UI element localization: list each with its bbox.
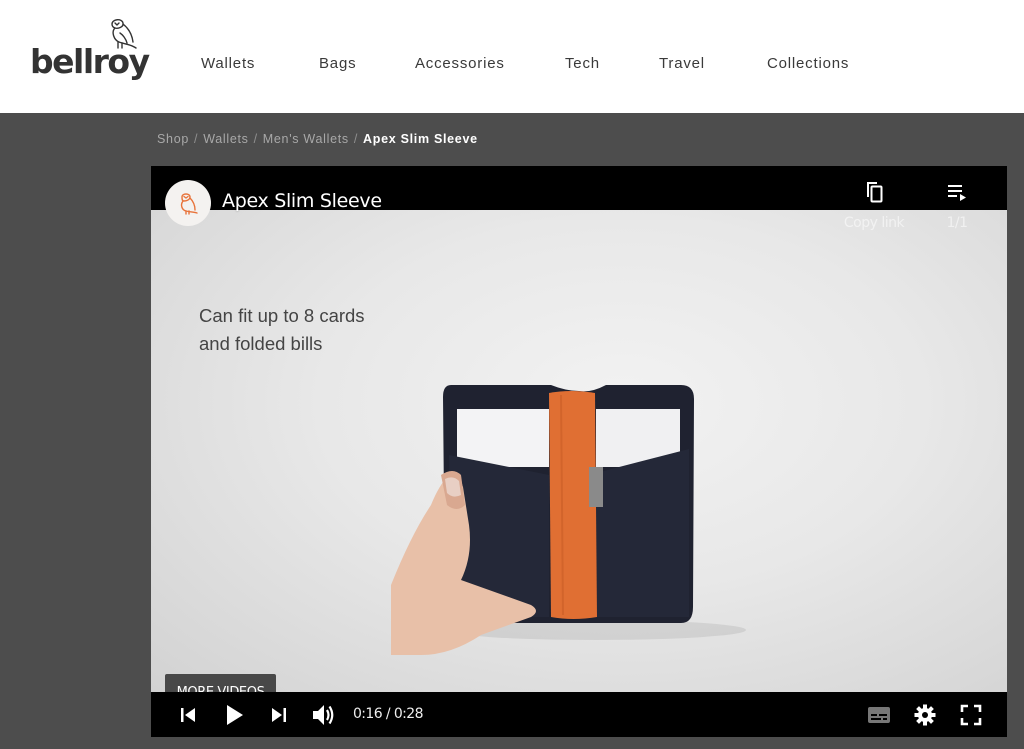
nav-item-bags[interactable]: Bags [319,55,356,72]
video-frame[interactable]: Can fit up to 8 cards and folded bills [151,210,1007,735]
fullscreen-button[interactable] [955,692,987,737]
playlist-icon [948,185,966,201]
breadcrumb-separator: / [194,132,199,146]
time-display: 0:16 / 0:28 [353,706,424,722]
nav-item-wallets[interactable]: Wallets [201,55,255,72]
breadcrumb-separator: / [253,132,258,146]
next-button[interactable] [264,692,294,737]
settings-icon [914,704,936,725]
logo-wordmark: bellroy [30,42,150,81]
bellroy-owl-icon [180,193,198,215]
volume-icon [313,704,334,725]
video-caption-line-1: Can fit up to 8 cards [199,305,365,326]
copy-link-label: Copy link [843,215,905,231]
subtitles-button[interactable] [863,692,895,737]
next-icon [272,707,286,722]
nav-item-travel[interactable]: Travel [659,55,705,72]
channel-avatar[interactable] [165,180,211,226]
copy-icon [867,182,883,203]
site-header: bellroy Wallets Bags Accessories Tech Tr… [0,0,1024,113]
settings-button[interactable] [909,692,941,737]
play-icon [227,704,243,725]
breadcrumb-separator: / [353,132,359,146]
video-title[interactable]: Apex Slim Sleeve [222,190,382,212]
video-caption: Can fit up to 8 cards and folded bills [199,302,365,358]
video-caption-line-2: and folded bills [199,333,323,354]
fullscreen-icon [960,704,982,725]
nav-item-tech[interactable]: Tech [565,55,600,72]
previous-button[interactable] [173,692,203,737]
breadcrumb-shop[interactable]: Shop [157,132,189,146]
bellroy-logo[interactable]: bellroy [30,16,150,86]
player-controls: 0:16 / 0:28 [151,692,1007,737]
nav-item-accessories[interactable]: Accessories [415,55,505,72]
breadcrumb-wallets[interactable]: Wallets [203,132,248,146]
breadcrumb: Shop / Wallets / Men's Wallets / Apex Slim Sle… [157,132,478,146]
play-button[interactable] [217,692,251,737]
nav-item-collections[interactable]: Collections [767,55,849,72]
playlist-position: 1/1 [946,215,968,231]
breadcrumb-current: Apex Slim Sleeve [363,132,478,146]
video-player[interactable]: Can fit up to 8 cards and folded bills A… [151,166,1007,737]
wallet-product-image [391,385,746,655]
copy-link-button[interactable]: Copy link [839,180,909,231]
playlist-button[interactable]: 1/1 [937,180,977,231]
subtitles-icon [868,706,890,723]
volume-button[interactable] [307,692,341,737]
breadcrumb-mens-wallets[interactable]: Men's Wallets [263,132,349,146]
previous-icon [181,707,195,722]
